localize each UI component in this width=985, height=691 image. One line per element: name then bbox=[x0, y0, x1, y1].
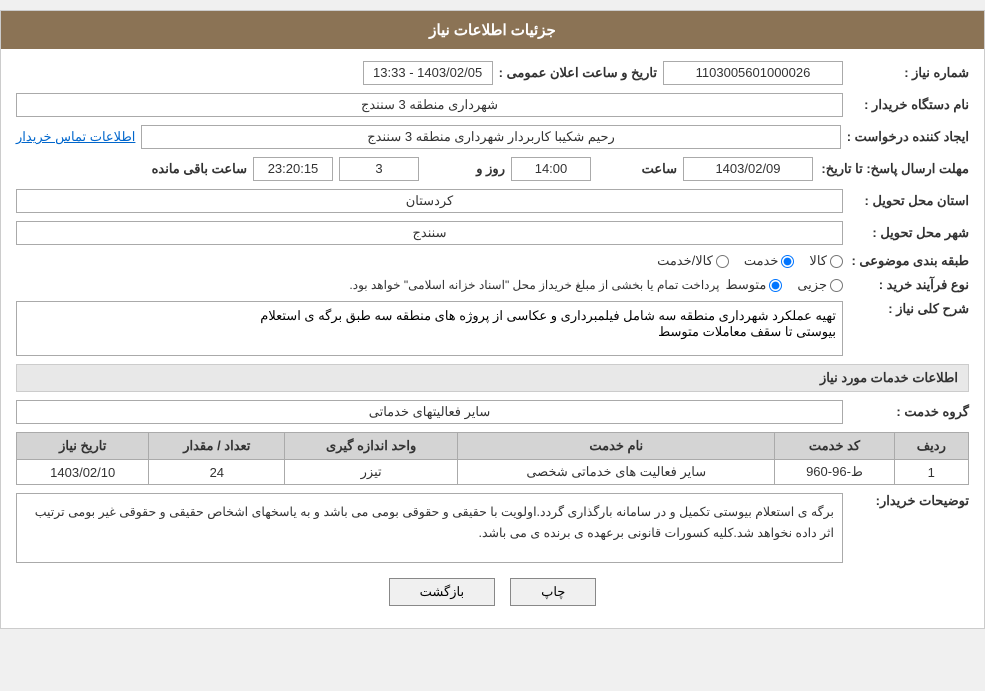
radio-jozi-label: جزیی bbox=[797, 277, 827, 293]
radio-kala-khedmat: کالا/خدمت bbox=[657, 253, 729, 269]
th-radif: ردیف bbox=[894, 433, 968, 460]
row-shahr: شهر محل تحویل : سنندج bbox=[16, 221, 969, 245]
table-header-row: ردیف کد خدمت نام خدمت واحد اندازه گیری ت… bbox=[17, 433, 969, 460]
radio-kala-khedmat-input[interactable] bbox=[716, 255, 729, 268]
th-vahed: واحد اندازه گیری bbox=[285, 433, 458, 460]
services-table-section: ردیف کد خدمت نام خدمت واحد اندازه گیری ت… bbox=[16, 432, 969, 485]
cell-kodKhedmat: ط-96-960 bbox=[775, 460, 894, 485]
cell-tarikh: 1403/02/10 bbox=[17, 460, 149, 485]
etelaat-link[interactable]: اطلاعات تماس خریدار bbox=[16, 129, 135, 145]
tarikh-value: 1403/02/05 - 13:33 bbox=[363, 61, 493, 85]
radio-kala-input[interactable] bbox=[830, 255, 843, 268]
cell-tedad: 24 bbox=[149, 460, 285, 485]
th-nam: نام خدمت bbox=[458, 433, 775, 460]
row-mohlat: مهلت ارسال پاسخ: تا تاریخ: 1403/02/09 سا… bbox=[16, 157, 969, 181]
radio-khedmat-label: خدمت bbox=[744, 253, 779, 269]
print-button[interactable]: چاپ bbox=[510, 578, 596, 606]
mohlat-roz-value: 3 bbox=[339, 157, 419, 181]
radio-motavasset-label: متوسط bbox=[725, 277, 766, 293]
noefarayand-label: نوع فرآیند خرید : bbox=[849, 277, 969, 293]
ijad-value: رحیم شکیبا کاربردار شهرداری منطقه 3 سنند… bbox=[141, 125, 840, 149]
th-tedad: تعداد / مقدار bbox=[149, 433, 285, 460]
shomare-value: 1103005601000026 bbox=[663, 61, 843, 85]
radio-khedmat: خدمت bbox=[744, 253, 795, 269]
namdastgah-label: نام دستگاه خریدار : bbox=[849, 97, 969, 113]
sharh-label: شرح کلی نیاز : bbox=[849, 301, 969, 317]
cell-namKhedmat: سایر فعالیت های خدماتی شخصی bbox=[458, 460, 775, 485]
row-groh: گروه خدمت : سایر فعالیتهای خدماتی bbox=[16, 400, 969, 424]
groh-value: سایر فعالیتهای خدماتی bbox=[16, 400, 843, 424]
tabaqeh-label: طبقه بندی موضوعی : bbox=[849, 253, 969, 269]
row-ostan: استان محل تحویل : کردستان bbox=[16, 189, 969, 213]
row-tosih: توضیحات خریدار: برگه ی استعلام بیوستی تک… bbox=[16, 493, 969, 563]
radio-kala: کالا bbox=[809, 253, 843, 269]
radio-khedmat-input[interactable] bbox=[781, 255, 794, 268]
radio-kala-label: کالا bbox=[809, 253, 827, 269]
noefarayand-radio-group: جزیی متوسط bbox=[725, 277, 843, 293]
row-sharh: شرح کلی نیاز : bbox=[16, 301, 969, 356]
radio-kala-khedmat-label: کالا/خدمت bbox=[657, 253, 713, 269]
mohlat-label: مهلت ارسال پاسخ: تا تاریخ: bbox=[819, 161, 969, 177]
main-content: شماره نیاز : 1103005601000026 تاریخ و سا… bbox=[1, 49, 984, 628]
ostan-label: استان محل تحویل : bbox=[849, 193, 969, 209]
page-title: جزئیات اطلاعات نیاز bbox=[1, 11, 984, 49]
info-section-title: اطلاعات خدمات مورد نیاز bbox=[16, 364, 969, 392]
row-tabaqeh: طبقه بندی موضوعی : کالا خدمت کالا/خدمت bbox=[16, 253, 969, 269]
groh-label: گروه خدمت : bbox=[849, 404, 969, 420]
th-tarikh: تاریخ نیاز bbox=[17, 433, 149, 460]
tosih-value: برگه ی استعلام بیوستی تکمیل و در سامانه … bbox=[16, 493, 843, 563]
shahr-value: سنندج bbox=[16, 221, 843, 245]
tarikh-label: تاریخ و ساعت اعلان عمومی : bbox=[499, 65, 657, 81]
shomare-label: شماره نیاز : bbox=[849, 65, 969, 81]
row-ijad: ایجاد کننده درخواست : رحیم شکیبا کاربردا… bbox=[16, 125, 969, 149]
page-wrapper: جزئیات اطلاعات نیاز شماره نیاز : 1103005… bbox=[0, 10, 985, 629]
mohlat-saat-label: ساعت bbox=[597, 161, 677, 177]
tosih-label: توضیحات خریدار: bbox=[849, 493, 969, 509]
radio-jozi-input[interactable] bbox=[830, 279, 843, 292]
mohlat-roz-label: روز و bbox=[425, 161, 505, 177]
row-shomare: شماره نیاز : 1103005601000026 تاریخ و سا… bbox=[16, 61, 969, 85]
tabaqeh-radio-group: کالا خدمت کالا/خدمت bbox=[657, 253, 843, 269]
mohlat-baqi-value: 23:20:15 bbox=[253, 157, 333, 181]
shahr-label: شهر محل تحویل : bbox=[849, 225, 969, 241]
row-noefarayand: نوع فرآیند خرید : جزیی متوسط پرداخت تمام… bbox=[16, 277, 969, 293]
cell-vahed: تیزر bbox=[285, 460, 458, 485]
row-namdastgah: نام دستگاه خریدار : شهرداری منطقه 3 سنند… bbox=[16, 93, 969, 117]
mohlat-saat-value: 14:00 bbox=[511, 157, 591, 181]
mohlat-baqi-label: ساعت باقی مانده bbox=[152, 161, 247, 177]
th-kod: کد خدمت bbox=[775, 433, 894, 460]
sharh-textarea[interactable] bbox=[16, 301, 843, 356]
cell-radif: 1 bbox=[894, 460, 968, 485]
mohlat-tarikh-value: 1403/02/09 bbox=[683, 157, 813, 181]
radio-motavasset: متوسط bbox=[725, 277, 782, 293]
buttons-row: چاپ بازگشت bbox=[16, 578, 969, 606]
radio-motavasset-input[interactable] bbox=[769, 279, 782, 292]
radio-jozi: جزیی bbox=[797, 277, 843, 293]
namdastgah-value: شهرداری منطقه 3 سنندج bbox=[16, 93, 843, 117]
noefarayand-note: پرداخت تمام یا بخشی از مبلغ خریداز محل "… bbox=[349, 278, 719, 292]
ijad-label: ایجاد کننده درخواست : bbox=[847, 129, 969, 145]
table-row: 1ط-96-960سایر فعالیت های خدماتی شخصیتیزر… bbox=[17, 460, 969, 485]
back-button[interactable]: بازگشت bbox=[389, 578, 495, 606]
ostan-value: کردستان bbox=[16, 189, 843, 213]
services-table: ردیف کد خدمت نام خدمت واحد اندازه گیری ت… bbox=[16, 432, 969, 485]
